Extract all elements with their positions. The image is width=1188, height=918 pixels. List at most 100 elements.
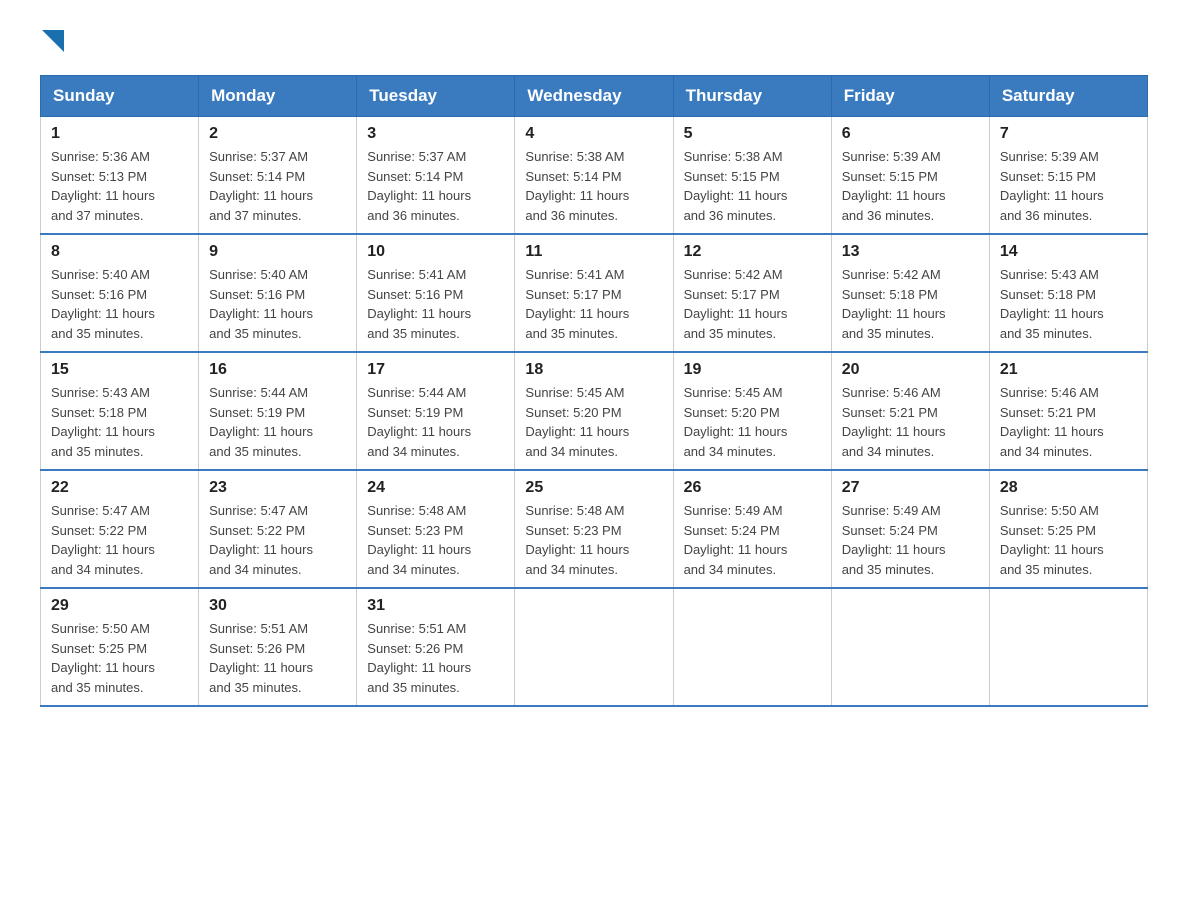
day-info: Sunrise: 5:38 AMSunset: 5:14 PMDaylight:… — [525, 147, 662, 225]
calendar-week-row: 8 Sunrise: 5:40 AMSunset: 5:16 PMDaylight… — [41, 234, 1148, 352]
day-number: 18 — [525, 361, 662, 379]
day-info: Sunrise: 5:44 AMSunset: 5:19 PMDaylight:… — [367, 383, 504, 461]
day-number: 6 — [842, 125, 979, 143]
day-info: Sunrise: 5:45 AMSunset: 5:20 PMDaylight:… — [525, 383, 662, 461]
calendar-cell: 7 Sunrise: 5:39 AMSunset: 5:15 PMDaylight… — [989, 117, 1147, 235]
calendar-cell: 23 Sunrise: 5:47 AMSunset: 5:22 PMDayligh… — [199, 470, 357, 588]
day-number: 28 — [1000, 479, 1137, 497]
calendar-cell: 5 Sunrise: 5:38 AMSunset: 5:15 PMDaylight… — [673, 117, 831, 235]
calendar-cell: 28 Sunrise: 5:50 AMSunset: 5:25 PMDayligh… — [989, 470, 1147, 588]
logo-arrow-icon — [42, 30, 64, 52]
day-info: Sunrise: 5:50 AMSunset: 5:25 PMDaylight:… — [1000, 501, 1137, 579]
calendar-cell: 11 Sunrise: 5:41 AMSunset: 5:17 PMDayligh… — [515, 234, 673, 352]
calendar-cell: 1 Sunrise: 5:36 AMSunset: 5:13 PMDaylight… — [41, 117, 199, 235]
calendar-cell: 13 Sunrise: 5:42 AMSunset: 5:18 PMDayligh… — [831, 234, 989, 352]
calendar-cell: 2Sunrise: 5:37 AMSunset: 5:14 PMDaylight… — [199, 117, 357, 235]
day-info: Sunrise: 5:38 AMSunset: 5:15 PMDaylight:… — [684, 147, 821, 225]
calendar-cell: 18 Sunrise: 5:45 AMSunset: 5:20 PMDayligh… — [515, 352, 673, 470]
day-number: 9 — [209, 243, 346, 261]
day-number: 23 — [209, 479, 346, 497]
day-info: Sunrise: 5:39 AMSunset: 5:15 PMDaylight:… — [1000, 147, 1137, 225]
day-number: 11 — [525, 243, 662, 261]
calendar-cell — [831, 588, 989, 706]
calendar-cell: 25 Sunrise: 5:48 AMSunset: 5:23 PMDayligh… — [515, 470, 673, 588]
weekday-header-wednesday: Wednesday — [515, 76, 673, 117]
day-number: 27 — [842, 479, 979, 497]
day-info: Sunrise: 5:49 AMSunset: 5:24 PMDaylight:… — [684, 501, 821, 579]
day-number: 5 — [684, 125, 821, 143]
calendar-cell: 27Sunrise: 5:49 AMSunset: 5:24 PMDayligh… — [831, 470, 989, 588]
page-header — [40, 30, 1148, 55]
day-number: 20 — [842, 361, 979, 379]
calendar-cell — [989, 588, 1147, 706]
weekday-header-tuesday: Tuesday — [357, 76, 515, 117]
day-number: 14 — [1000, 243, 1137, 261]
day-number: 29 — [51, 597, 188, 615]
day-info: Sunrise: 5:41 AMSunset: 5:17 PMDaylight:… — [525, 265, 662, 343]
day-info: Sunrise: 5:46 AMSunset: 5:21 PMDaylight:… — [842, 383, 979, 461]
calendar-cell: 17 Sunrise: 5:44 AMSunset: 5:19 PMDayligh… — [357, 352, 515, 470]
day-number: 25 — [525, 479, 662, 497]
day-info: Sunrise: 5:39 AMSunset: 5:15 PMDaylight:… — [842, 147, 979, 225]
day-info: Sunrise: 5:46 AMSunset: 5:21 PMDaylight:… — [1000, 383, 1137, 461]
day-number: 10 — [367, 243, 504, 261]
day-info: Sunrise: 5:47 AMSunset: 5:22 PMDaylight:… — [51, 501, 188, 579]
day-info: Sunrise: 5:51 AMSunset: 5:26 PMDaylight:… — [209, 619, 346, 697]
calendar-week-row: 22 Sunrise: 5:47 AMSunset: 5:22 PMDayligh… — [41, 470, 1148, 588]
day-number: 4 — [525, 125, 662, 143]
day-number: 1 — [51, 125, 188, 143]
calendar-cell: 20 Sunrise: 5:46 AMSunset: 5:21 PMDayligh… — [831, 352, 989, 470]
weekday-header-friday: Friday — [831, 76, 989, 117]
day-info: Sunrise: 5:48 AMSunset: 5:23 PMDaylight:… — [367, 501, 504, 579]
day-info: Sunrise: 5:43 AMSunset: 5:18 PMDaylight:… — [1000, 265, 1137, 343]
day-info: Sunrise: 5:48 AMSunset: 5:23 PMDaylight:… — [525, 501, 662, 579]
day-info: Sunrise: 5:41 AMSunset: 5:16 PMDaylight:… — [367, 265, 504, 343]
day-info: Sunrise: 5:40 AMSunset: 5:16 PMDaylight:… — [51, 265, 188, 343]
day-info: Sunrise: 5:47 AMSunset: 5:22 PMDaylight:… — [209, 501, 346, 579]
calendar-cell: 16Sunrise: 5:44 AMSunset: 5:19 PMDayligh… — [199, 352, 357, 470]
weekday-header-sunday: Sunday — [41, 76, 199, 117]
weekday-header-monday: Monday — [199, 76, 357, 117]
day-info: Sunrise: 5:42 AMSunset: 5:17 PMDaylight:… — [684, 265, 821, 343]
calendar-cell: 9 Sunrise: 5:40 AMSunset: 5:16 PMDaylight… — [199, 234, 357, 352]
day-number: 7 — [1000, 125, 1137, 143]
calendar-cell: 12 Sunrise: 5:42 AMSunset: 5:17 PMDayligh… — [673, 234, 831, 352]
calendar-cell: 15 Sunrise: 5:43 AMSunset: 5:18 PMDayligh… — [41, 352, 199, 470]
day-number: 22 — [51, 479, 188, 497]
day-number: 3 — [367, 125, 504, 143]
calendar-cell: 29 Sunrise: 5:50 AMSunset: 5:25 PMDayligh… — [41, 588, 199, 706]
day-number: 17 — [367, 361, 504, 379]
day-info: Sunrise: 5:36 AMSunset: 5:13 PMDaylight:… — [51, 147, 188, 225]
calendar-cell: 21Sunrise: 5:46 AMSunset: 5:21 PMDayligh… — [989, 352, 1147, 470]
calendar-cell: 31Sunrise: 5:51 AMSunset: 5:26 PMDayligh… — [357, 588, 515, 706]
logo — [40, 30, 64, 55]
calendar-cell: 14 Sunrise: 5:43 AMSunset: 5:18 PMDayligh… — [989, 234, 1147, 352]
day-number: 19 — [684, 361, 821, 379]
calendar-cell: 4 Sunrise: 5:38 AMSunset: 5:14 PMDaylight… — [515, 117, 673, 235]
day-info: Sunrise: 5:43 AMSunset: 5:18 PMDaylight:… — [51, 383, 188, 461]
calendar-header-row: SundayMondayTuesdayWednesdayThursdayFrid… — [41, 76, 1148, 117]
calendar-cell: 26 Sunrise: 5:49 AMSunset: 5:24 PMDayligh… — [673, 470, 831, 588]
weekday-header-saturday: Saturday — [989, 76, 1147, 117]
day-info: Sunrise: 5:37 AMSunset: 5:14 PMDaylight:… — [209, 147, 346, 225]
day-info: Sunrise: 5:50 AMSunset: 5:25 PMDaylight:… — [51, 619, 188, 697]
day-number: 16 — [209, 361, 346, 379]
calendar-week-row: 1 Sunrise: 5:36 AMSunset: 5:13 PMDaylight… — [41, 117, 1148, 235]
calendar-cell: 22 Sunrise: 5:47 AMSunset: 5:22 PMDayligh… — [41, 470, 199, 588]
calendar-cell: 24 Sunrise: 5:48 AMSunset: 5:23 PMDayligh… — [357, 470, 515, 588]
day-info: Sunrise: 5:40 AMSunset: 5:16 PMDaylight:… — [209, 265, 346, 343]
day-number: 13 — [842, 243, 979, 261]
calendar-cell: 3 Sunrise: 5:37 AMSunset: 5:14 PMDaylight… — [357, 117, 515, 235]
day-number: 12 — [684, 243, 821, 261]
day-number: 24 — [367, 479, 504, 497]
calendar-cell: 8 Sunrise: 5:40 AMSunset: 5:16 PMDaylight… — [41, 234, 199, 352]
day-info: Sunrise: 5:37 AMSunset: 5:14 PMDaylight:… — [367, 147, 504, 225]
calendar-cell: 19Sunrise: 5:45 AMSunset: 5:20 PMDayligh… — [673, 352, 831, 470]
day-number: 26 — [684, 479, 821, 497]
calendar-cell: 30Sunrise: 5:51 AMSunset: 5:26 PMDayligh… — [199, 588, 357, 706]
day-number: 8 — [51, 243, 188, 261]
calendar-week-row: 29 Sunrise: 5:50 AMSunset: 5:25 PMDayligh… — [41, 588, 1148, 706]
day-number: 15 — [51, 361, 188, 379]
calendar-week-row: 15 Sunrise: 5:43 AMSunset: 5:18 PMDayligh… — [41, 352, 1148, 470]
day-info: Sunrise: 5:42 AMSunset: 5:18 PMDaylight:… — [842, 265, 979, 343]
